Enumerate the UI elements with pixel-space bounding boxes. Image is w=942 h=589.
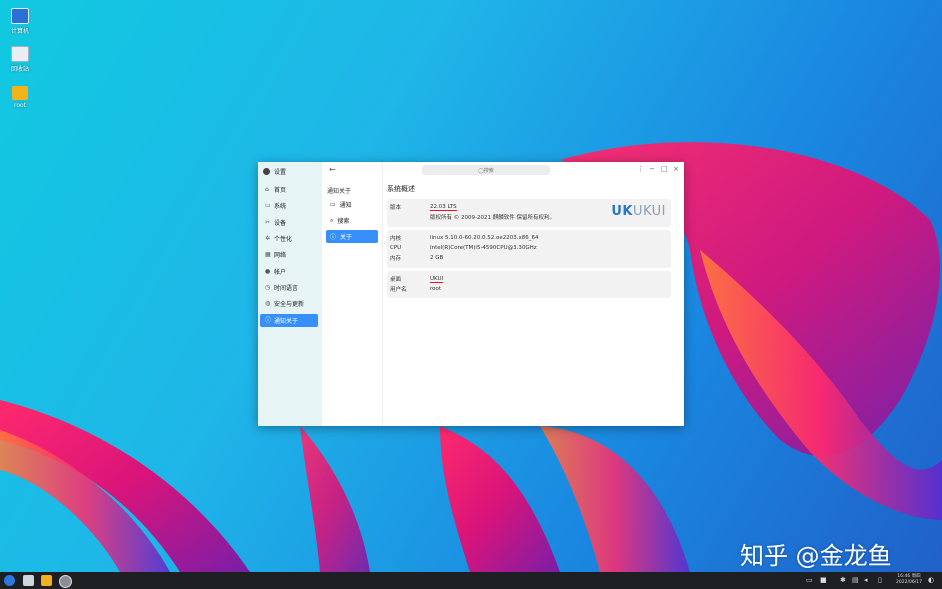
kernel-label: 内核 — [390, 236, 402, 242]
search-input[interactable]: ◯搜索 — [422, 165, 550, 175]
sidebar-item-label: 个性化 — [274, 236, 293, 243]
settings-sidebar: 设置 ⌂ 首页 ▭ 系统 ✂ 设备 ✲ 个性化 ▦ 网络 ● 帐户 ◷ 时间语言 ◍ 安全与更新… — [258, 162, 322, 426]
home-icon: ⌂ — [265, 186, 269, 193]
username-label: 用户名 — [390, 287, 407, 293]
multitask-view-icon[interactable] — [23, 575, 34, 586]
input-method-icon[interactable]: ■ — [820, 576, 827, 584]
username-value: root — [430, 286, 442, 292]
desktop-icon-computer[interactable]: 计算机 — [0, 8, 40, 35]
file-manager-icon[interactable] — [41, 575, 52, 586]
system-icon: ▭ — [265, 202, 271, 209]
desktop-user-card: 桌面 UKUI 用户名 root — [387, 271, 671, 298]
sub-item-about[interactable]: ⓘ 关于 — [326, 230, 378, 243]
sidebar-item-time-language[interactable]: ◷ 时间语言 — [260, 281, 318, 294]
cpu-value: Intel(R)Core(TM)i5-4590CPU@3.30GHz — [430, 245, 537, 251]
sidebar-item-label: 设备 — [274, 220, 287, 227]
desktop-icon-root[interactable]: root — [0, 86, 40, 109]
desktop-label: 桌面 — [390, 277, 402, 283]
network-tray-icon[interactable]: ▤ — [852, 576, 859, 584]
sidebar-item-system[interactable]: ▭ 系统 — [260, 199, 318, 212]
desktop-icon-trash[interactable]: 回收站 — [0, 46, 40, 73]
memory-label: 内存 — [390, 256, 402, 262]
search-icon: ⌕ — [330, 216, 334, 224]
sub-item-label: 关于 — [340, 234, 353, 241]
sidebar-item-label: 首页 — [274, 187, 287, 194]
sidebar-item-label: 帐户 — [274, 269, 287, 276]
sub-item-label: 通知 — [339, 202, 352, 209]
window-title: 设置 — [263, 166, 286, 176]
about-content: 系统概述 版本 22.03 LTS 版权所有 © 2009-2021 麒麟软件 … — [387, 180, 671, 301]
ukui-logo: UKUKUI — [611, 204, 666, 219]
clock-date: 2022/06/17 — [896, 580, 922, 585]
notification-center-icon[interactable]: ◐ — [928, 576, 934, 584]
desktop-value: UKUI — [430, 275, 444, 283]
ukui-logo-text: UKUI — [632, 204, 666, 219]
close-icon[interactable]: × — [673, 165, 679, 173]
sidebar-item-label: 通知关于 — [274, 318, 299, 325]
taskbar: ▭ ■ ✱ ▤ ◂ ▯ 16:46 周四 2022/06/17 ◐ — [0, 572, 942, 589]
start-menu-icon[interactable] — [4, 575, 15, 586]
settings-window: 设置 ⌂ 首页 ▭ 系统 ✂ 设备 ✲ 个性化 ▦ 网络 ● 帐户 ◷ 时间语言 ◍ 安全与更新… — [258, 162, 684, 426]
volume-icon[interactable]: ◂ — [864, 576, 868, 584]
sub-navigation: ← 通知关于 ▭ 通知 ⌕ 搜索 ⓘ 关于 — [322, 162, 383, 426]
account-icon: ● — [265, 268, 271, 275]
back-arrow-icon[interactable]: ← — [329, 165, 336, 174]
sidebar-item-devices[interactable]: ✂ 设备 — [260, 216, 318, 229]
desktop-icon-label: 计算机 — [10, 28, 29, 35]
info-icon: ⓘ — [330, 234, 337, 241]
desktop-icon-label: 回收站 — [10, 66, 29, 73]
sidebar-item-label: 安全与更新 — [274, 301, 305, 308]
version-label: 版本 — [390, 205, 402, 211]
sidebar-item-personalize[interactable]: ✲ 个性化 — [260, 232, 318, 245]
memory-value: 2 GB — [430, 255, 444, 261]
time-language-icon: ◷ — [265, 284, 271, 291]
about-icon: ⓘ — [265, 317, 272, 324]
security-update-icon: ◍ — [265, 300, 271, 307]
watermark-text: 知乎 @金龙鱼 — [740, 542, 892, 570]
page-title: 系统概述 — [387, 185, 415, 193]
sidebar-item-home[interactable]: ⌂ 首页 — [260, 183, 318, 196]
desktop-icon-label: root — [13, 102, 27, 109]
bluetooth-icon[interactable]: ✱ — [840, 576, 846, 584]
version-value: 22.03 LTS — [430, 203, 457, 211]
sub-nav-heading: 通知关于 — [327, 188, 352, 195]
copyright-text: 版权所有 © 2009-2021 麒麟软件 保留所有权利。 — [430, 215, 555, 221]
cpu-label: CPU — [390, 245, 402, 251]
trash-icon — [11, 46, 29, 62]
sidebar-item-label: 时间语言 — [274, 285, 299, 292]
window-title-text: 设置 — [274, 168, 287, 176]
network-icon: ▦ — [265, 251, 271, 258]
hardware-card: 内核 linux 5.10.0-60.20.0.52.oe2203.x86_64… — [387, 230, 671, 268]
settings-taskbar-icon[interactable] — [59, 575, 72, 588]
ukui-logo-mark: UK — [611, 204, 633, 219]
sidebar-item-network[interactable]: ▦ 网络 — [260, 248, 318, 261]
computer-icon — [11, 8, 29, 24]
maximize-icon[interactable]: □ — [661, 165, 668, 173]
sidebar-item-label: 系统 — [274, 203, 287, 210]
sub-item-notification[interactable]: ▭ 通知 — [326, 198, 378, 211]
notification-icon: ▭ — [330, 201, 336, 208]
clock[interactable]: 16:46 周四 2022/06/17 — [896, 574, 922, 586]
menu-icon[interactable]: ⋮ — [637, 165, 644, 173]
sub-item-label: 搜索 — [337, 218, 350, 225]
version-card: 版本 22.03 LTS 版权所有 © 2009-2021 麒麟软件 保留所有权… — [387, 199, 671, 227]
devices-icon: ✂ — [265, 219, 271, 226]
sub-item-search[interactable]: ⌕ 搜索 — [326, 214, 378, 227]
sidebar-item-label: 网络 — [274, 252, 287, 259]
keyboard-icon[interactable]: ▭ — [806, 576, 813, 584]
personalize-icon: ✲ — [265, 235, 271, 242]
sidebar-item-account[interactable]: ● 帐户 — [260, 265, 318, 278]
home-folder-icon — [12, 86, 28, 100]
clipboard-icon[interactable]: ▯ — [878, 576, 882, 584]
sidebar-item-about[interactable]: ⓘ 通知关于 — [260, 314, 318, 327]
minimize-icon[interactable]: − — [649, 165, 655, 173]
sidebar-item-security-update[interactable]: ◍ 安全与更新 — [260, 297, 318, 310]
kernel-value: linux 5.10.0-60.20.0.52.oe2203.x86_64 — [430, 235, 539, 241]
settings-logo-icon — [263, 167, 270, 175]
